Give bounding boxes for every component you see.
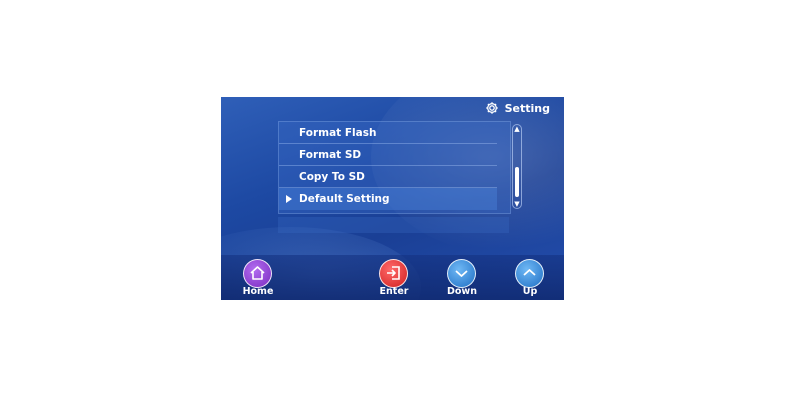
scroll-thumb[interactable]	[515, 167, 519, 197]
settings-menu: Format Flash Format SD Copy To SD Defaul…	[278, 121, 511, 214]
home-icon	[250, 266, 265, 280]
menu-item-default-setting[interactable]: Default Setting	[279, 188, 497, 210]
scroll-up-icon: ▲	[514, 125, 520, 133]
title-bar: Setting	[221, 97, 564, 119]
down-button-label: Down	[447, 286, 477, 297]
up-button[interactable]: Up	[510, 259, 550, 299]
info-panel	[278, 217, 509, 233]
enter-icon	[387, 266, 400, 280]
menu-item-copy-to-sd[interactable]: Copy To SD	[279, 166, 497, 188]
home-button-label: Home	[242, 286, 274, 297]
enter-button[interactable]: Enter	[374, 259, 414, 299]
menu-item-label: Copy To SD	[299, 171, 365, 183]
enter-button-label: Enter	[379, 286, 409, 297]
menu-item-label: Default Setting	[299, 193, 390, 205]
menu-item-label: Format Flash	[299, 127, 377, 139]
device-screen: Setting Format Flash Format SD Copy To S…	[221, 97, 564, 300]
menu-item-label: Format SD	[299, 149, 362, 161]
chevron-down-icon	[455, 270, 468, 277]
menu-item-format-sd[interactable]: Format SD	[279, 144, 497, 166]
chevron-up-icon	[523, 269, 536, 276]
down-button[interactable]: Down	[442, 259, 482, 299]
menu-scrollbar[interactable]: ▲ ▼	[512, 124, 522, 209]
up-button-label: Up	[522, 286, 538, 297]
selection-pointer-icon	[286, 195, 292, 203]
menu-item-format-flash[interactable]: Format Flash	[279, 122, 497, 144]
home-button[interactable]: Home	[238, 259, 278, 299]
scroll-down-icon: ▼	[514, 200, 520, 208]
gear-icon	[485, 102, 498, 114]
page-title: Setting	[504, 101, 550, 115]
